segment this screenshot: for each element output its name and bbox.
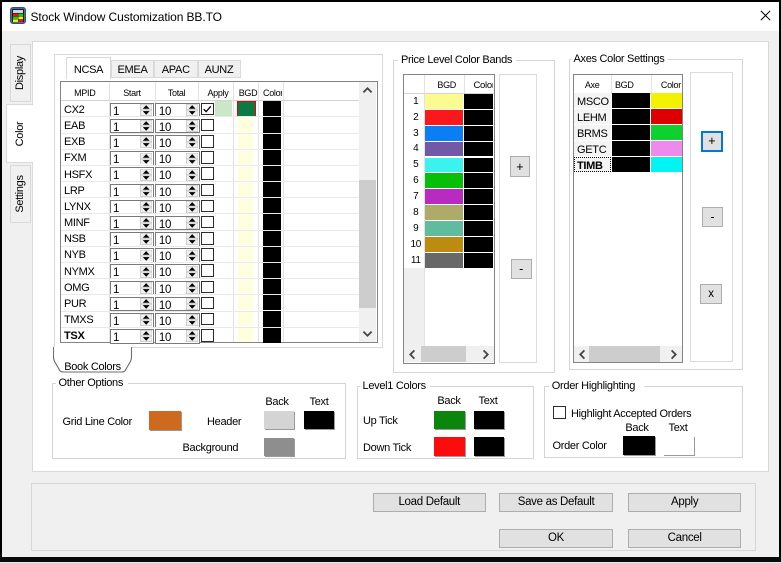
svg-text:Book Colors: Book Colors (64, 361, 121, 373)
